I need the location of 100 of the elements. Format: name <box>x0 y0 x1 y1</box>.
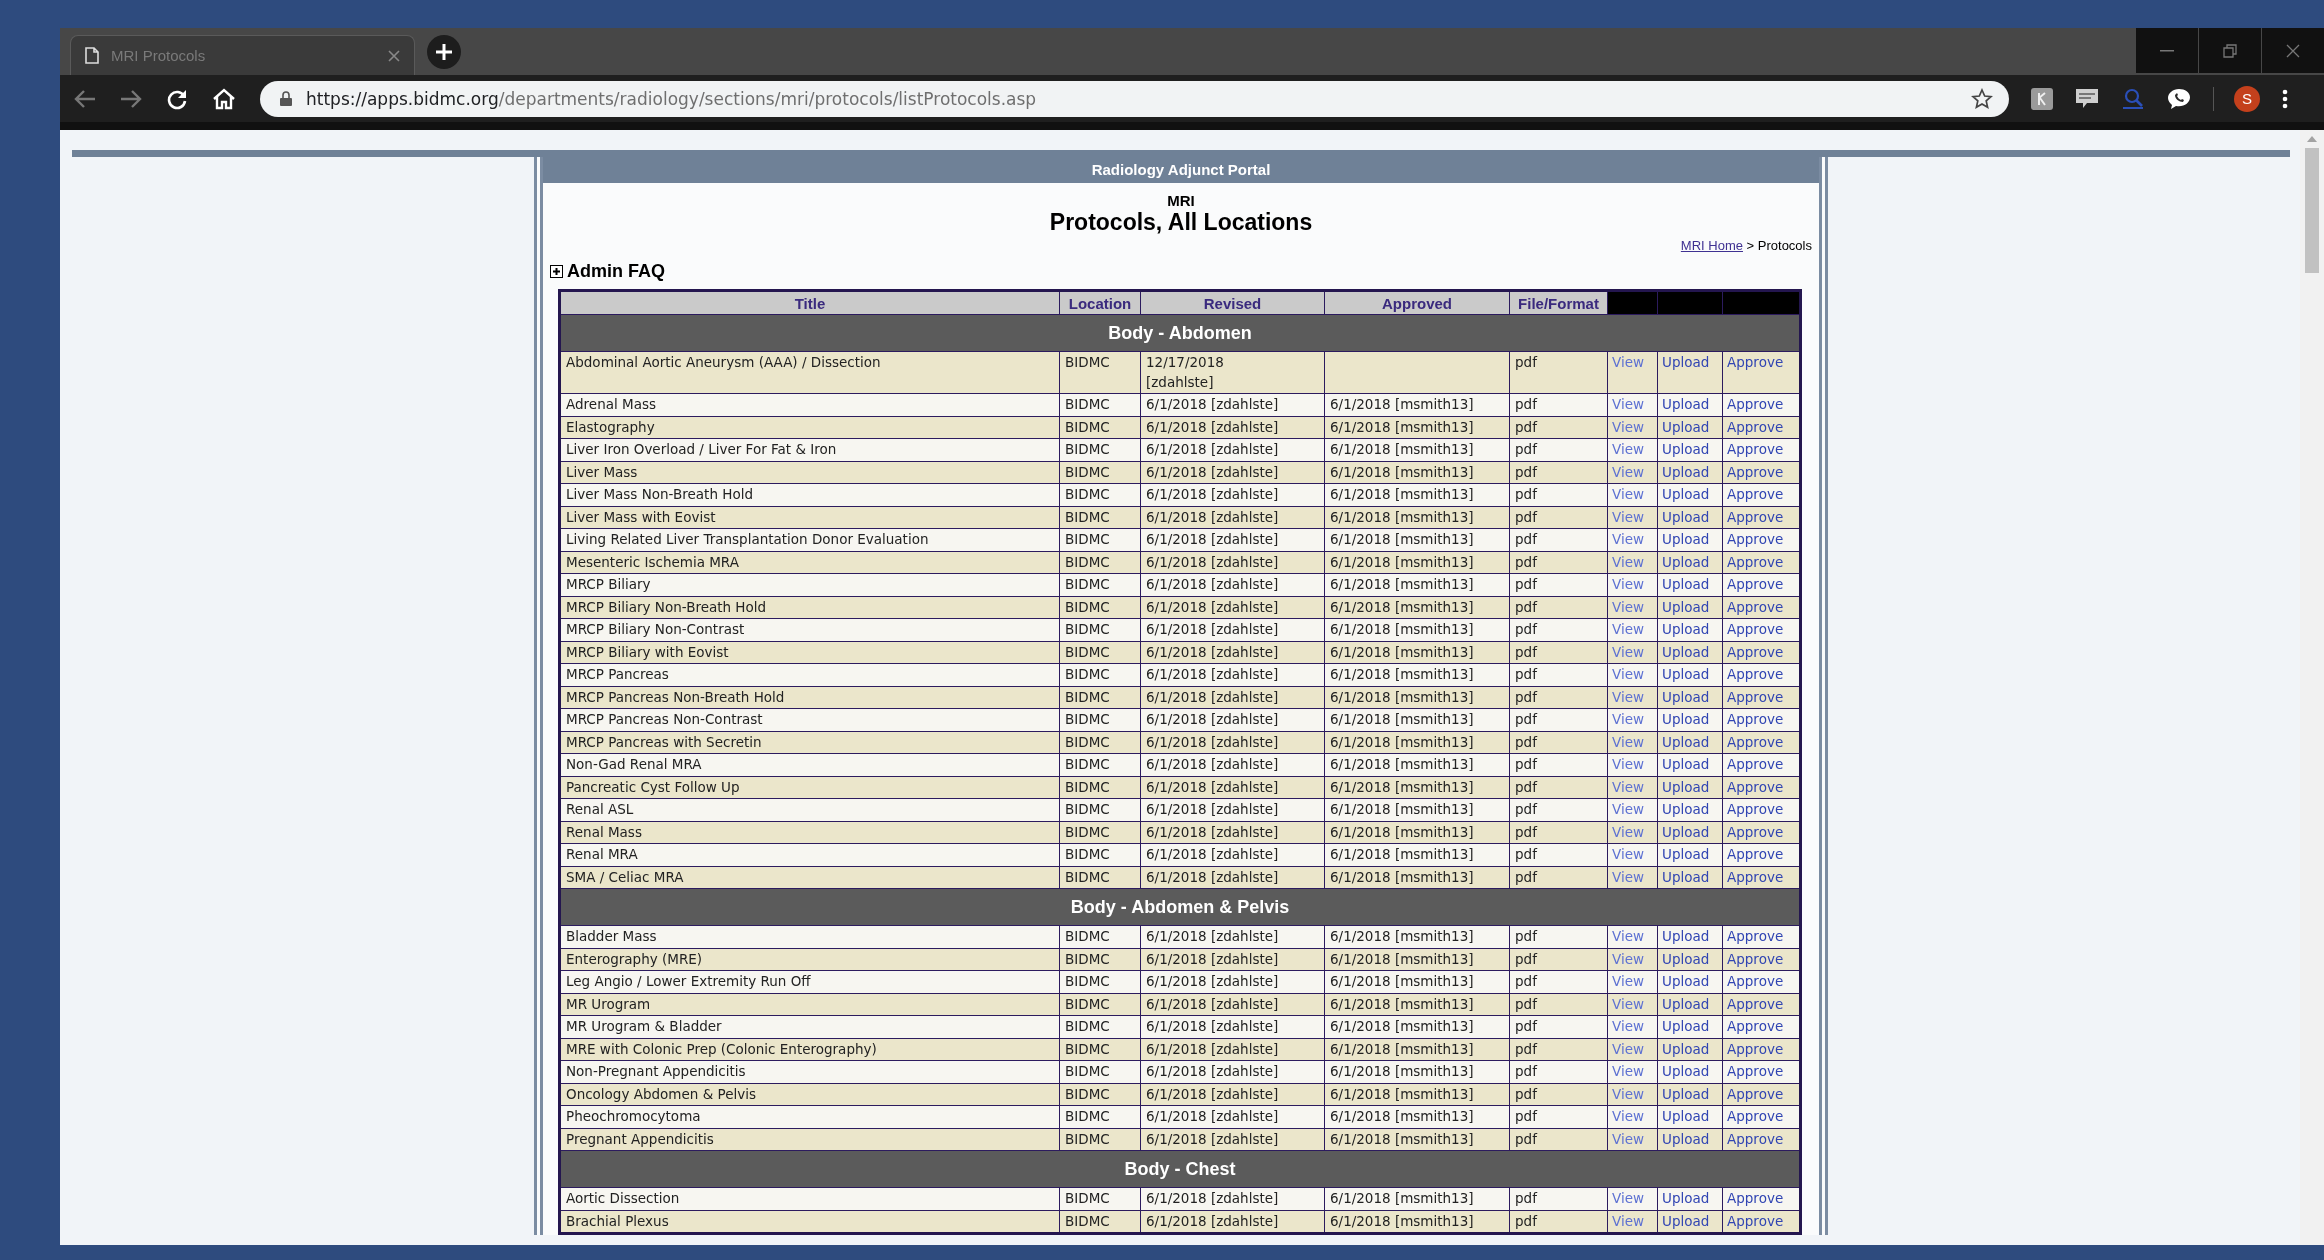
column-header: Revised <box>1140 290 1325 315</box>
table-cell: 6/1/2018 [zdahlste] <box>1140 1038 1325 1061</box>
table-cell: 6/1/2018 [msmith13] <box>1324 798 1510 821</box>
lock-icon <box>280 91 292 106</box>
table-cell: Leg Angio / Lower Extremity Run Off <box>559 970 1060 993</box>
table-cell: 6/1/2018 [zdahlste] <box>1140 993 1325 1016</box>
profile-avatar[interactable]: S <box>2234 85 2260 112</box>
table-cell: Elastography <box>559 416 1060 439</box>
table-cell: 6/1/2018 [msmith13] <box>1324 866 1510 889</box>
table-cell: 6/1/2018 [msmith13] <box>1324 618 1510 641</box>
table-cell: Non-Gad Renal MRA <box>559 753 1060 776</box>
star-icon[interactable] <box>1971 87 1993 110</box>
table-cell: 6/1/2018 [zdahlste] <box>1140 1015 1325 1038</box>
table-cell: 6/1/2018 [zdahlste] <box>1140 573 1325 596</box>
table-cell: Liver Mass <box>559 461 1060 484</box>
table-cell: pdf <box>1509 993 1608 1016</box>
close-icon[interactable] <box>388 49 400 62</box>
table-cell: SMA / Celiac MRA <box>559 866 1060 889</box>
table-cell: 6/1/2018 [zdahlste] <box>1140 551 1325 574</box>
table-cell: MRCP Biliary with Eovist <box>559 641 1060 664</box>
table-cell: 6/1/2018 [zdahlste] <box>1140 776 1325 799</box>
table-cell: 6/1/2018 [msmith13] <box>1324 753 1510 776</box>
table-cell: 6/1/2018 [zdahlste] <box>1140 1105 1325 1128</box>
table-cell: 6/1/2018 [zdahlste] <box>1140 708 1325 731</box>
portal-banner: Radiology Adjunct Portal <box>543 157 1819 183</box>
table-cell: MRCP Biliary Non-Breath Hold <box>559 596 1060 619</box>
table-cell: 6/1/2018 [msmith13] <box>1324 821 1510 844</box>
column-header <box>1657 290 1723 315</box>
table-cell: 6/1/2018 [msmith13] <box>1324 1015 1510 1038</box>
table-cell: pdf <box>1509 551 1608 574</box>
table-cell: BIDMC <box>1059 1038 1141 1061</box>
table-cell: MRCP Biliary <box>559 573 1060 596</box>
expand-icon[interactable] <box>550 265 563 278</box>
table-cell: BIDMC <box>1059 843 1141 866</box>
table-cell: Pregnant Appendicitis <box>559 1128 1060 1151</box>
table-cell: BIDMC <box>1059 821 1141 844</box>
table-cell: 6/1/2018 [zdahlste] <box>1140 948 1325 971</box>
extension-icon[interactable] <box>2031 87 2053 110</box>
table-cell: 12/17/2018 [zdahlste] <box>1140 351 1325 394</box>
address-bar[interactable]: https://apps.bidmc.org/departments/radiology/sections/mri/protocols/listProtocols.asp <box>260 80 2009 117</box>
table-cell: Oncology Abdomen & Pelvis <box>559 1083 1060 1106</box>
table-cell: pdf <box>1509 866 1608 889</box>
table-cell: 6/1/2018 [zdahlste] <box>1140 461 1325 484</box>
table-cell: BIDMC <box>1059 1060 1141 1083</box>
table-cell: 6/1/2018 [zdahlste] <box>1140 1083 1325 1106</box>
table-cell: pdf <box>1509 393 1608 416</box>
table-cell: 6/1/2018 [msmith13] <box>1324 416 1510 439</box>
column-header <box>1607 290 1658 315</box>
table-cell: Non-Pregnant Appendicitis <box>559 1060 1060 1083</box>
table-cell: pdf <box>1509 821 1608 844</box>
page-heading: Protocols, All Locations <box>1048 209 1314 236</box>
table-cell: Renal MRA <box>559 843 1060 866</box>
extension-icon[interactable] <box>2075 87 2099 110</box>
table-cell: MRCP Pancreas <box>559 663 1060 686</box>
section-title: MRI <box>1166 192 1196 209</box>
magnifier-icon[interactable] <box>2121 87 2145 110</box>
table-cell: 6/1/2018 [zdahlste] <box>1140 393 1325 416</box>
table-cell: BIDMC <box>1059 798 1141 821</box>
table-cell: BIDMC <box>1059 1187 1141 1210</box>
table-cell: BIDMC <box>1059 1128 1141 1151</box>
page-icon <box>85 47 99 64</box>
scrollbar-thumb[interactable] <box>2305 148 2319 273</box>
menu-icon[interactable] <box>2282 88 2288 109</box>
table-cell: 6/1/2018 [zdahlste] <box>1140 641 1325 664</box>
table-cell: Renal ASL <box>559 798 1060 821</box>
table-cell: BIDMC <box>1059 776 1141 799</box>
table-cell: 6/1/2018 [msmith13] <box>1324 993 1510 1016</box>
section-header: Body - Chest <box>559 1150 1801 1188</box>
breadcrumb-link[interactable]: MRI Home <box>1680 238 1743 253</box>
scrollbar[interactable] <box>2300 130 2324 1245</box>
table-cell: 6/1/2018 [msmith13] <box>1324 551 1510 574</box>
table-cell: pdf <box>1509 1038 1608 1061</box>
new-tab-button[interactable] <box>427 35 461 69</box>
scroll-up-icon[interactable] <box>2307 136 2317 142</box>
table-cell: 6/1/2018 [zdahlste] <box>1140 866 1325 889</box>
home-icon[interactable] <box>212 87 236 110</box>
table-cell: BIDMC <box>1059 461 1141 484</box>
table-cell: pdf <box>1509 438 1608 461</box>
admin-faq-link[interactable]: Admin FAQ <box>567 261 665 282</box>
table-cell: 6/1/2018 [zdahlste] <box>1140 843 1325 866</box>
table-cell: BIDMC <box>1059 925 1141 948</box>
back-icon[interactable] <box>74 88 96 109</box>
table-cell: 6/1/2018 [msmith13] <box>1324 641 1510 664</box>
table-cell: 6/1/2018 [zdahlste] <box>1140 686 1325 709</box>
table-cell: 6/1/2018 [msmith13] <box>1324 393 1510 416</box>
chat-icon[interactable] <box>2167 87 2191 110</box>
forward-icon[interactable] <box>120 88 142 109</box>
table-cell: 6/1/2018 [zdahlste] <box>1140 821 1325 844</box>
table-cell: pdf <box>1509 483 1608 506</box>
table-cell: 6/1/2018 [zdahlste] <box>1140 753 1325 776</box>
table-cell: 6/1/2018 [msmith13] <box>1324 843 1510 866</box>
table-cell: Enterography (MRE) <box>559 948 1060 971</box>
table-cell: pdf <box>1509 843 1608 866</box>
table-cell: 6/1/2018 [zdahlste] <box>1140 596 1325 619</box>
table-cell: 6/1/2018 [msmith13] <box>1324 925 1510 948</box>
restore-button[interactable] <box>2199 28 2261 73</box>
column-header: Approved <box>1324 290 1510 315</box>
table-cell: BIDMC <box>1059 596 1141 619</box>
table-cell: pdf <box>1509 461 1608 484</box>
table-cell: BIDMC <box>1059 731 1141 754</box>
